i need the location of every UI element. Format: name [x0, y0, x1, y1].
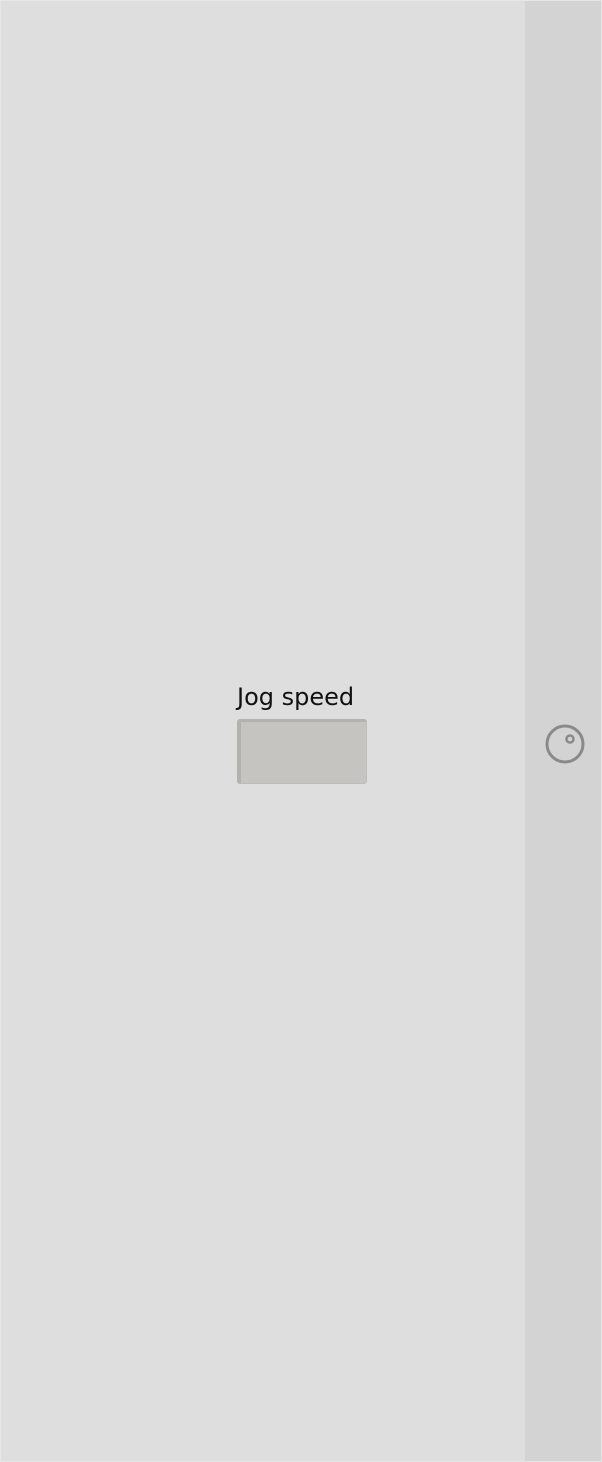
main-panel: Jog speed: [1, 1, 525, 1461]
dial-knob-icon[interactable]: [544, 723, 586, 765]
jog-speed-label: Jog speed: [237, 683, 355, 711]
app-window: Jog speed: [0, 0, 602, 1462]
jog-speed-field[interactable]: [237, 719, 367, 784]
